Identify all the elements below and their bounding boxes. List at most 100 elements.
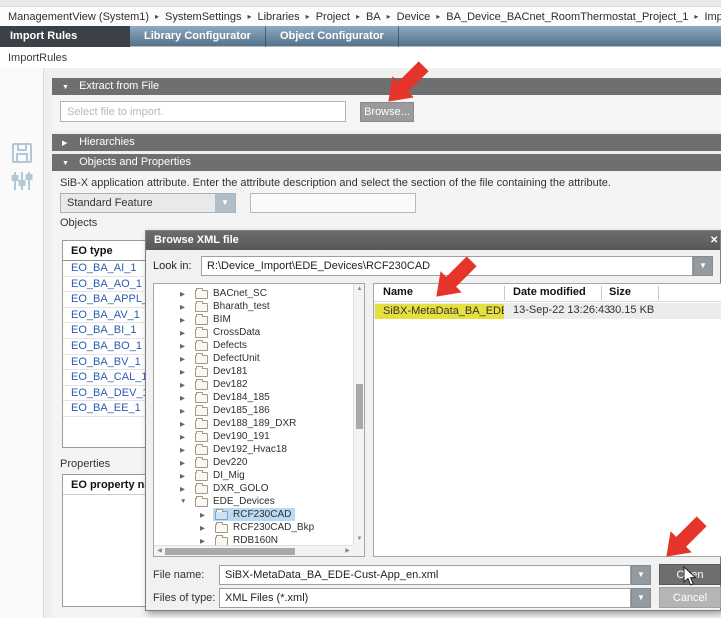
section-header-extract-from-file[interactable]: ▼ Extract from File xyxy=(52,78,721,95)
expand-triangle-icon[interactable]: ▶ xyxy=(180,329,193,337)
tree-item[interactable]: ▶ RCF230CAD xyxy=(154,508,352,521)
expand-triangle-icon[interactable]: ▶ xyxy=(180,316,193,324)
tree-horizontal-scrollbar[interactable]: ◀ ▶ xyxy=(154,545,353,556)
column-divider[interactable] xyxy=(504,286,505,300)
folder-icon xyxy=(195,355,208,364)
tree-item[interactable]: ▼ EDE_Devices xyxy=(154,495,352,508)
folder-icon xyxy=(215,511,228,520)
expand-triangle-icon[interactable]: ▶ xyxy=(180,381,193,389)
section-header-hierarchies[interactable]: ▶ Hierarchies xyxy=(52,134,721,151)
tree-item[interactable]: ▶ Dev182 xyxy=(154,378,352,391)
file-name-dropdown-button[interactable]: ▼ xyxy=(631,565,651,585)
expand-triangle-icon[interactable]: ▶ xyxy=(180,342,193,350)
expand-triangle-icon[interactable]: ▶ xyxy=(180,446,193,454)
expand-triangle-icon[interactable]: ▶ xyxy=(180,472,193,480)
tree-item[interactable]: ▶ Bharath_test xyxy=(154,300,352,313)
section-header-objects-properties[interactable]: ▼ Objects and Properties xyxy=(52,154,721,171)
expand-triangle-icon[interactable]: ▶ xyxy=(180,433,193,441)
horizontal-scroll-thumb[interactable] xyxy=(165,548,295,555)
tree-item[interactable]: ▶ Dev190_191 xyxy=(154,430,352,443)
column-header-size[interactable]: Size xyxy=(609,286,631,298)
column-header-name[interactable]: Name xyxy=(383,286,413,298)
column-divider[interactable] xyxy=(658,286,659,300)
breadcrumb-link[interactable]: Device xyxy=(397,11,431,23)
scroll-left-icon[interactable]: ◀ xyxy=(154,546,165,557)
column-divider[interactable] xyxy=(601,286,602,300)
tab[interactable]: Library Configurator xyxy=(130,26,266,47)
expand-triangle-icon[interactable]: ▶ xyxy=(200,511,213,519)
look-in-dropdown-button[interactable]: ▼ xyxy=(693,256,713,276)
breadcrumb-link[interactable]: ManagementView (System1) xyxy=(8,11,149,23)
breadcrumb-link[interactable]: Libraries xyxy=(257,11,299,23)
filter-settings-button[interactable] xyxy=(9,170,35,194)
tree-item[interactable]: ▶ Dev185_186 xyxy=(154,404,352,417)
tree-item[interactable]: ▶ DXR_GOLO xyxy=(154,482,352,495)
tree-item[interactable]: ▶ Dev188_189_DXR xyxy=(154,417,352,430)
scroll-down-icon[interactable]: ▼ xyxy=(354,534,365,545)
scroll-up-icon[interactable]: ▲ xyxy=(354,284,365,295)
breadcrumb-link[interactable]: Project xyxy=(316,11,350,23)
tree-item[interactable]: ▶ Dev220 xyxy=(154,456,352,469)
look-in-path-input[interactable] xyxy=(201,256,693,276)
expand-triangle-icon[interactable]: ▶ xyxy=(180,394,193,402)
dialog-title: Browse XML file xyxy=(154,234,239,246)
tree-item[interactable]: ▶ Dev184_185 xyxy=(154,391,352,404)
expand-triangle-icon[interactable]: ▶ xyxy=(180,303,193,311)
feature-dropdown[interactable]: Standard Feature ▼ xyxy=(60,193,236,213)
expand-triangle-icon[interactable]: ▶ xyxy=(180,420,193,428)
tree-item[interactable]: ▶ DefectUnit xyxy=(154,352,352,365)
browse-button[interactable]: Browse... xyxy=(360,102,414,122)
tree-item-label: Dev185_186 xyxy=(213,405,270,416)
file-import-input[interactable] xyxy=(60,101,346,122)
expand-triangle-icon[interactable]: ▶ xyxy=(180,355,193,363)
files-of-type-dropdown-button[interactable]: ▼ xyxy=(631,588,651,608)
folder-icon xyxy=(195,329,208,338)
expand-triangle-icon[interactable]: ▶ xyxy=(200,524,213,532)
window-top-strip xyxy=(0,0,721,7)
cancel-button[interactable]: Cancel xyxy=(659,587,721,608)
tab[interactable]: Object Configurator xyxy=(266,26,399,47)
breadcrumb-link[interactable]: BA_Device_BACnet_RoomThermostat_Project_… xyxy=(446,11,688,23)
dialog-title-bar[interactable]: Browse XML file ✕ xyxy=(146,231,720,250)
file-row[interactable]: SiBX-MetaData_BA_EDE-Cus... 13-Sep-22 13… xyxy=(374,303,721,319)
attribute-description-input[interactable] xyxy=(250,193,416,213)
tree-item[interactable]: ▶ Dev181 xyxy=(154,365,352,378)
open-button[interactable]: Open xyxy=(659,564,721,585)
browse-xml-dialog: Browse XML file ✕ Look in: ▼ ▶ BACnet_SC xyxy=(145,230,721,611)
chevron-down-icon: ▼ xyxy=(637,593,645,602)
tree-item[interactable]: ▶ Dev192_Hvac18 xyxy=(154,443,352,456)
breadcrumb-link[interactable]: ImportRules xyxy=(704,11,721,23)
save-button[interactable] xyxy=(9,142,35,166)
file-list-header: Name Date modified Size xyxy=(374,284,721,302)
tab[interactable]: Import Rules xyxy=(0,26,130,47)
tree-item-body: Dev181 xyxy=(193,365,251,378)
file-name-input[interactable] xyxy=(219,565,631,585)
tree-vertical-scrollbar[interactable]: ▲ ▼ xyxy=(353,284,364,545)
tree-item[interactable]: ▶ BACnet_SC xyxy=(154,287,352,300)
close-icon[interactable]: ✕ xyxy=(710,231,720,250)
expand-triangle-icon[interactable]: ▶ xyxy=(180,407,193,415)
scroll-right-icon[interactable]: ▶ xyxy=(342,546,353,557)
expand-triangle-icon[interactable]: ▼ xyxy=(180,498,193,505)
tree-item-label: Dev192_Hvac18 xyxy=(213,444,287,455)
breadcrumb-link[interactable]: SystemSettings xyxy=(165,11,241,23)
tree-item[interactable]: ▶ Defects xyxy=(154,339,352,352)
expand-triangle-icon[interactable]: ▶ xyxy=(200,537,213,545)
expand-triangle-icon[interactable]: ▶ xyxy=(180,485,193,493)
tree-item-body: Dev185_186 xyxy=(193,404,274,417)
column-header-date-modified[interactable]: Date modified xyxy=(513,286,586,298)
tree-item[interactable]: ▶ BIM xyxy=(154,313,352,326)
folder-icon xyxy=(195,316,208,325)
breadcrumb-link[interactable]: BA xyxy=(366,11,381,23)
expand-triangle-icon[interactable]: ▶ xyxy=(180,368,193,376)
tree-item[interactable]: ▶ RCF230CAD_Bkp xyxy=(154,521,352,534)
expand-triangle-icon[interactable]: ▶ xyxy=(180,459,193,467)
expand-triangle-icon[interactable]: ▶ xyxy=(180,290,193,298)
files-of-type-input[interactable] xyxy=(219,588,631,608)
tree-item[interactable]: ▶ DI_Mig xyxy=(154,469,352,482)
tree-item-body: RCF230CAD xyxy=(213,508,295,521)
breadcrumb-separator-icon: ▸ xyxy=(155,12,159,21)
vertical-scroll-thumb[interactable] xyxy=(356,384,363,429)
folder-icon xyxy=(215,524,228,533)
tree-item[interactable]: ▶ CrossData xyxy=(154,326,352,339)
